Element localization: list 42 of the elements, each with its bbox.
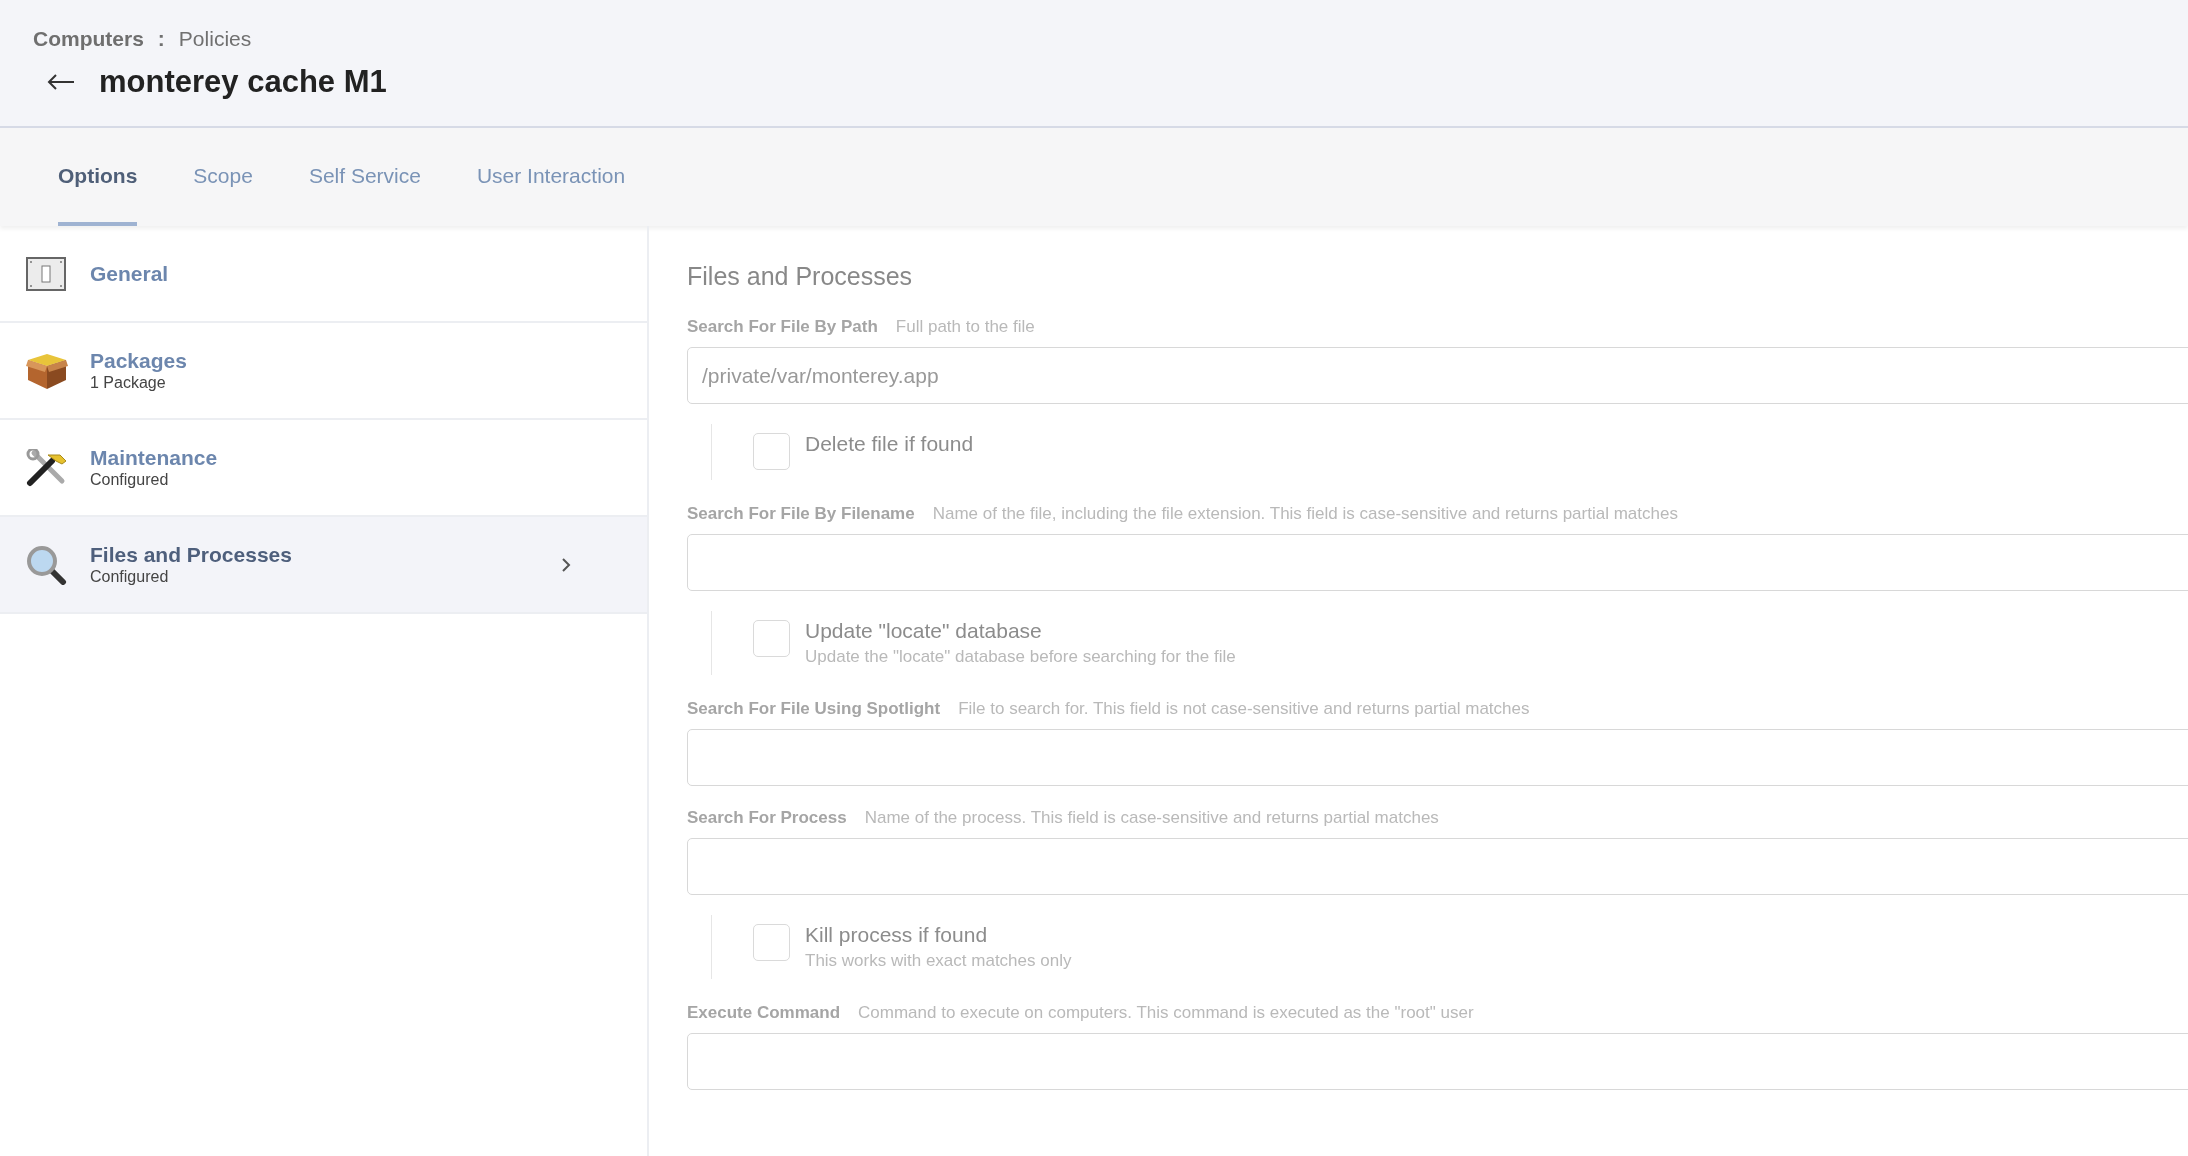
field-hint: File to search for. This field is not case-sensitive and returns partial matches <box>958 699 1530 719</box>
hammer-wrench-icon <box>26 448 68 487</box>
tab[interactable]: Scope <box>193 164 253 226</box>
breadcrumb-current: Policies <box>178 27 252 51</box>
checkbox[interactable] <box>753 433 790 470</box>
tab[interactable]: Self Service <box>308 164 421 226</box>
field-hint: Command to execute on computers. This command is executed as the "root" user <box>858 1003 1474 1023</box>
field-label: Search For Process <box>687 808 847 828</box>
field-label: Search For File By Path <box>687 317 878 337</box>
checkbox-label: Delete file if found <box>805 432 974 456</box>
magnifier-icon <box>26 544 68 585</box>
checkbox-label: Kill process if found <box>805 923 989 947</box>
checkbox-description: This works with exact matches only <box>805 951 1072 971</box>
page-title: monterey cache M1 <box>99 64 387 100</box>
checkbox-label: Update "locate" database <box>805 619 1043 643</box>
breadcrumb-link[interactable]: Computers <box>33 27 144 51</box>
back-arrow-icon <box>47 73 75 91</box>
field-hint: Full path to the file <box>895 317 1035 337</box>
field-label: Execute Command <box>687 1003 841 1023</box>
input-field[interactable] <box>687 1033 2188 1090</box>
breadcrumb-separator: : <box>157 27 165 51</box>
input-field[interactable] <box>687 534 2188 591</box>
box-icon <box>26 351 68 390</box>
field-hint: Name of the process. This field is case-sensitive and returns partial matches <box>864 808 1439 828</box>
sidebar-item[interactable]: General <box>0 226 647 323</box>
field-label: Search For File Using Spotlight <box>687 699 941 719</box>
back-arrow-button[interactable] <box>47 73 75 91</box>
input-field[interactable] <box>687 729 2188 786</box>
field-label: Search For File By Filename <box>687 504 915 524</box>
sidebar-item[interactable]: Packages 1 Package <box>0 323 647 420</box>
checkbox[interactable] <box>753 620 790 657</box>
switch-plate-icon <box>26 256 66 291</box>
checkbox[interactable] <box>753 924 790 961</box>
tab[interactable]: Options <box>58 164 138 226</box>
input-field[interactable] <box>687 838 2188 895</box>
section-heading: Files and Processes <box>687 262 914 291</box>
tab[interactable]: User Interaction <box>476 164 626 226</box>
field-hint: Name of the file, including the file extension. This field is case-sensitive and returns partial matches <box>932 504 1678 524</box>
chevron-right-icon <box>561 556 571 573</box>
input-field[interactable]: /private/var/monterey.app <box>687 347 2188 404</box>
checkbox-description: Update the "locate" database before searching for the file <box>805 647 1236 667</box>
sidebar-item[interactable]: Files and Processes Configured <box>0 517 647 614</box>
